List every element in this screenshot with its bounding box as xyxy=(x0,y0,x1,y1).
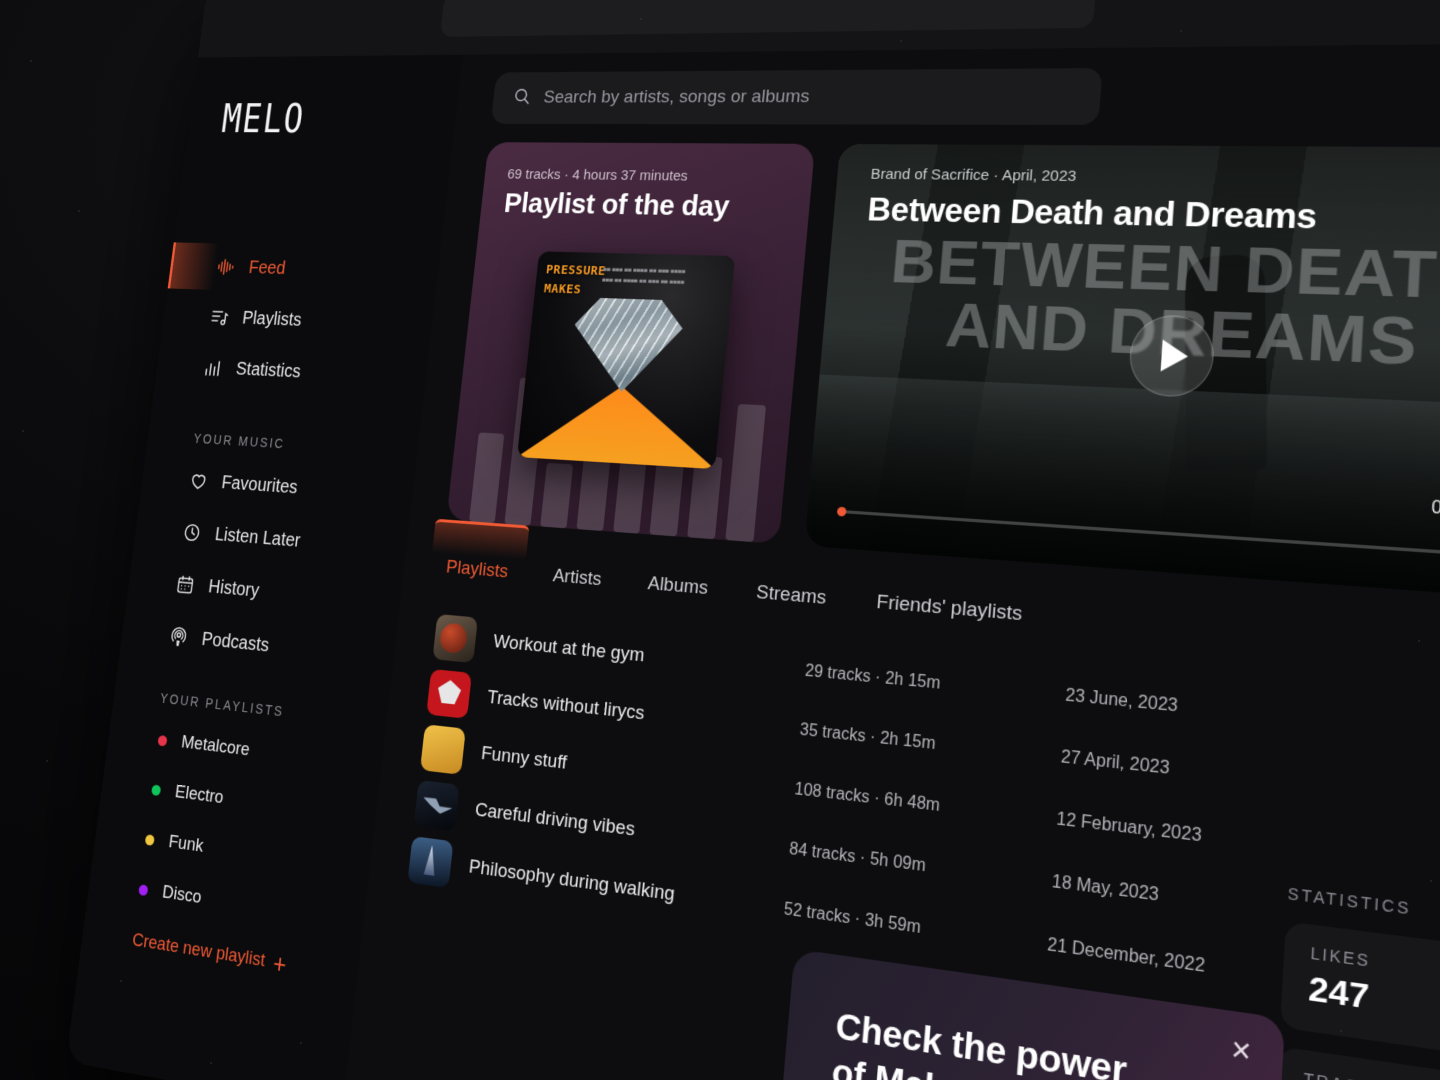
playlist-track-count: 52 tracks · 3h 59m xyxy=(783,900,922,938)
playlist-color-dot xyxy=(157,734,168,747)
podcast-icon xyxy=(167,624,191,650)
sidebar-item-label: Listen Later xyxy=(213,523,302,552)
playlist-item-label: Metalcore xyxy=(180,732,251,761)
playlist-item-label: Electro xyxy=(173,781,225,809)
playlist-thumbnail xyxy=(419,724,466,775)
promo-title: Check the powerof Melo xyxy=(830,1004,1128,1080)
topbar: Search by artists, songs or albums xyxy=(453,42,1440,143)
main-content: Search by artists, songs or albums 69 tr… xyxy=(341,42,1440,1080)
search-icon xyxy=(511,86,533,111)
melo-app-window: MELO Feed Playlists Statistics YOUR MUSI… xyxy=(66,0,1440,1080)
sidebar-item-label: History xyxy=(207,575,261,602)
stat-value: 247 xyxy=(1307,969,1371,1017)
heart-icon xyxy=(187,468,211,493)
background-speck xyxy=(300,1042,302,1044)
app-logo: MELO xyxy=(219,96,308,142)
calendar-icon xyxy=(173,572,197,598)
statistics-panel: STATISTICS LIKES 247 TRACKS 363 STREAMS xyxy=(1266,884,1440,1080)
playlist-track-count: 35 tracks · 2h 15m xyxy=(799,721,937,754)
background-speck xyxy=(1430,880,1432,882)
playlist-of-the-day-card[interactable]: 69 tracks · 4 hours 37 minutes Playlist … xyxy=(446,142,816,544)
video-subtitle: Brand of Sacrifice · April, 2023 xyxy=(870,165,1077,186)
sidebar-item-label: Podcasts xyxy=(200,628,271,656)
playlist-item-label: Funk xyxy=(167,831,205,857)
tab-artists[interactable]: Artists xyxy=(547,553,607,597)
playlist-title: Playlist of the day xyxy=(502,187,731,223)
background-speck xyxy=(1396,300,1398,302)
playlist-color-dot xyxy=(138,883,149,896)
playlist-track-count: 29 tracks · 2h 15m xyxy=(804,662,941,693)
background-speck xyxy=(120,980,122,982)
playlist-track-count: 108 tracks · 6h 48m xyxy=(793,780,941,816)
tab-albums[interactable]: Albums xyxy=(642,561,714,607)
sidebar-your-music: YOUR MUSIC Favourites Listen Later Histo… xyxy=(119,428,418,686)
sidebar-item-feed[interactable]: Feed xyxy=(167,241,440,300)
sidebar-item-label: Favourites xyxy=(220,471,299,498)
playlist-thumbnail xyxy=(413,779,460,832)
search-input[interactable]: Search by artists, songs or albums xyxy=(490,68,1103,125)
playlist-music-icon xyxy=(208,305,231,329)
background-speck xyxy=(30,60,32,62)
background-speck xyxy=(1180,30,1182,32)
video-header: Brand of Sacrifice · April, 2023 Between… xyxy=(866,166,1440,241)
playlist-color-dot xyxy=(151,783,162,796)
stat-label: TRACKS xyxy=(1303,1069,1440,1080)
waveform-icon xyxy=(214,255,237,279)
tab-streams[interactable]: Streams xyxy=(751,569,832,617)
album-cover-art: PRESSURE MAKES ▄▄ ▄▄▄ ▄▄ ▄▄▄▄ ▄▄ ▄▄▄ ▄▄▄… xyxy=(517,251,736,470)
sidebar-primary-nav: Feed Playlists Statistics xyxy=(154,241,441,405)
create-playlist-label: Create new playlist xyxy=(131,929,267,972)
sidebar-item-label: Feed xyxy=(247,257,287,279)
playlist-item-label: Disco xyxy=(161,881,203,908)
hero-section: 69 tracks · 4 hours 37 minutes Playlist … xyxy=(446,142,1440,601)
video-player[interactable]: Between Death and Dreams Brand of Sacrif… xyxy=(804,143,1440,601)
sidebar-item-label: Statistics xyxy=(234,358,302,382)
background-speck xyxy=(640,18,642,20)
playlist-thumbnail xyxy=(426,668,472,719)
playlist-meta: 69 tracks · 4 hours 37 minutes xyxy=(506,166,689,185)
plus-icon: + xyxy=(271,947,289,980)
clock-icon xyxy=(180,520,204,546)
browser-urlbar[interactable] xyxy=(439,0,1097,37)
background-speck xyxy=(210,1062,212,1064)
active-indicator xyxy=(167,242,219,290)
background-speck xyxy=(22,430,24,432)
background-speck xyxy=(46,760,48,762)
perspective-wrapper: MELO Feed Playlists Statistics YOUR MUSI… xyxy=(0,0,1440,1080)
bar-chart-icon xyxy=(201,356,225,381)
tab-friends-playlists[interactable]: Friends' playlists xyxy=(871,578,1028,633)
playlist-thumbnail xyxy=(432,613,479,664)
playlist-thumbnail xyxy=(407,836,454,889)
cover-title: PRESSURE MAKES xyxy=(543,262,607,297)
sidebar-item-label: Playlists xyxy=(241,307,303,330)
background-speck xyxy=(1340,1030,1342,1032)
sidebar-item-statistics[interactable]: Statistics xyxy=(154,340,429,404)
close-icon[interactable]: ✕ xyxy=(1229,1035,1253,1068)
background-speck xyxy=(900,40,902,42)
playlist-color-dot xyxy=(144,833,155,846)
sidebar-your-playlists: YOUR PLAYLISTS Metalcore Electro Funk Di… xyxy=(81,685,387,989)
background-speck xyxy=(78,210,80,212)
cover-fineprint: ▄▄ ▄▄▄ ▄▄ ▄▄▄▄ ▄▄ ▄▄▄ ▄▄▄▄ ▄▄▄ ▄▄ ▄▄▄▄ ▄▄… xyxy=(602,265,686,284)
stat-card-tracks: TRACKS 363 xyxy=(1272,1046,1440,1080)
tab-playlists[interactable]: Playlists xyxy=(441,545,514,590)
search-placeholder: Search by artists, songs or albums xyxy=(542,86,811,108)
background-speck xyxy=(1418,640,1420,642)
screenshot-root: MELO Feed Playlists Statistics YOUR MUSI… xyxy=(0,0,1440,1080)
